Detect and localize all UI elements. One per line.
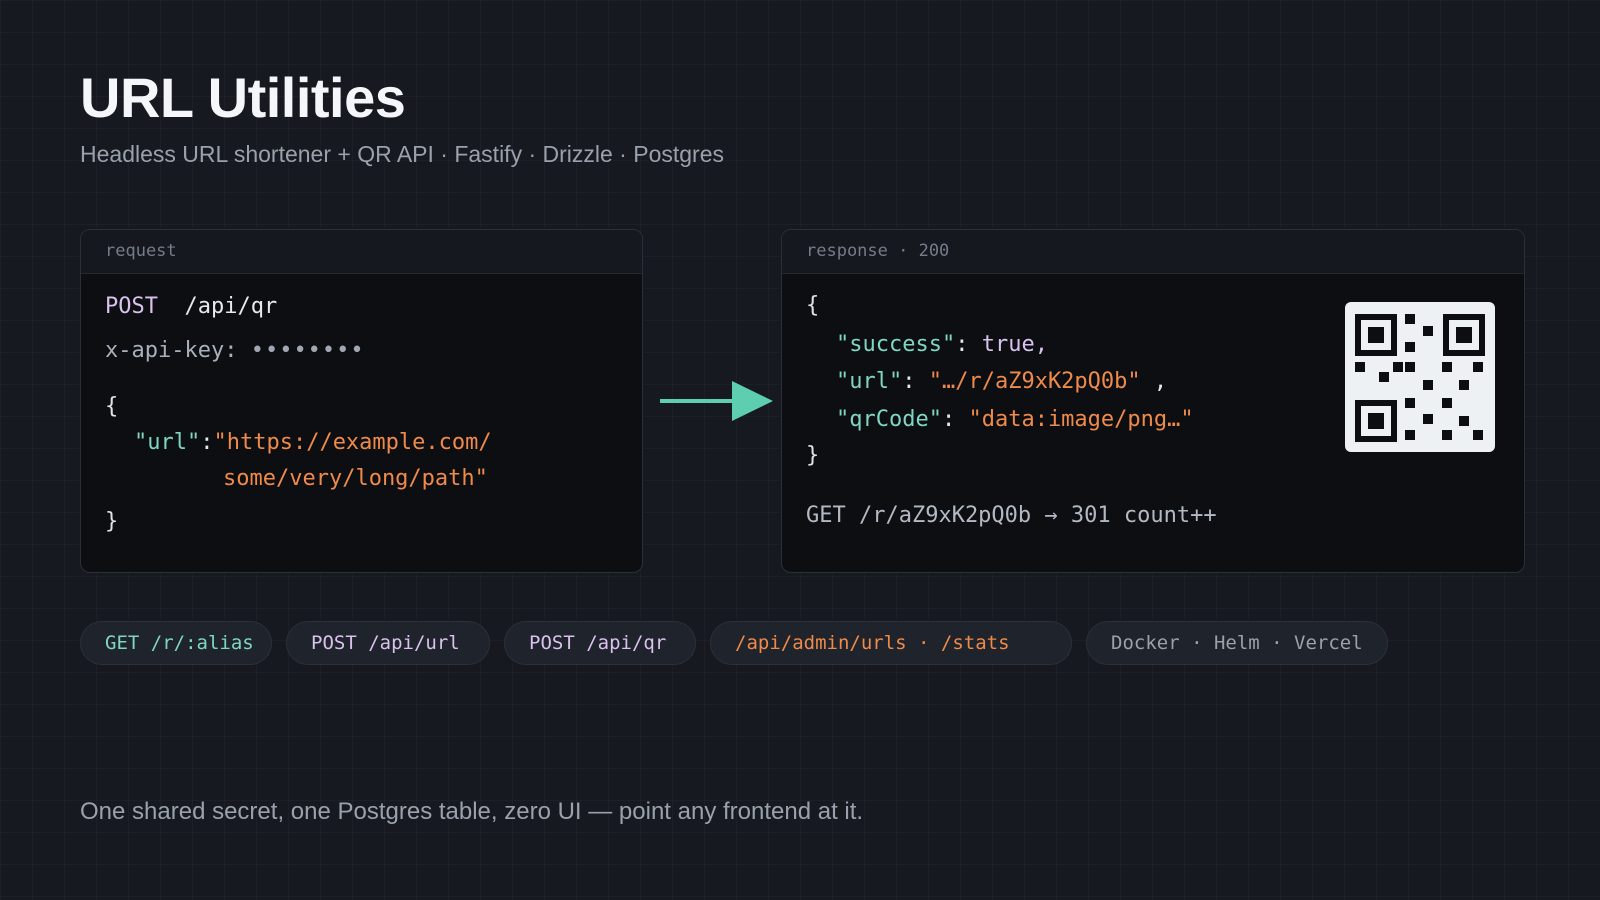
page-title: URL Utilities xyxy=(80,66,406,129)
response-success-line: "success": true, xyxy=(836,332,1048,357)
request-method: POST xyxy=(105,294,158,319)
response-success-value: true, xyxy=(981,332,1048,357)
request-url-value-2: some/very/long/path" xyxy=(223,466,488,491)
request-header-name: x-api-key: xyxy=(105,338,238,363)
response-open-brace: { xyxy=(806,293,820,318)
request-url-colon: : xyxy=(200,430,214,455)
page-subtitle: Headless URL shortener + QR API · Fastif… xyxy=(80,141,724,167)
response-url-line: "url": "…/r/aZ9xK2pQ0b" , xyxy=(836,369,1168,394)
chip-get-redirect: GET /r/:alias xyxy=(80,621,272,665)
response-panel: response · 200 { "success": true, "url":… xyxy=(781,229,1525,573)
chip-post-qr: POST /api/qr xyxy=(504,621,696,665)
response-success-key: "success" xyxy=(836,332,956,357)
response-url-key: "url" xyxy=(836,369,903,394)
qr-code-icon xyxy=(1345,302,1495,452)
response-qrcode-value: "data:image/png…" xyxy=(968,407,1194,432)
chip-deploy-targets: Docker · Helm · Vercel xyxy=(1086,621,1388,665)
request-panel-label: request xyxy=(81,230,642,274)
request-header-line: x-api-key: •••••••• xyxy=(105,340,365,362)
response-panel-label: response · 200 xyxy=(782,230,1524,274)
response-url-value: "…/r/aZ9xK2pQ0b" xyxy=(928,369,1141,394)
request-panel: request POST /api/qr x-api-key: ••••••••… xyxy=(80,229,643,573)
request-path: /api/qr xyxy=(184,294,278,319)
request-open-brace: { xyxy=(105,394,119,419)
endpoint-chips: GET /r/:alias POST /api/url POST /api/qr… xyxy=(80,621,1580,665)
request-header-value: •••••••• xyxy=(250,338,365,363)
request-url-line: "url":"https://example.com/ xyxy=(134,432,492,454)
request-line: POST /api/qr xyxy=(105,296,277,318)
request-close-brace: } xyxy=(105,509,119,534)
arrow-right-icon xyxy=(660,381,773,421)
chip-admin-stats: /api/admin/urls · /stats xyxy=(710,621,1072,665)
request-url-value-1: "https://example.com/ xyxy=(213,430,492,455)
tagline: One shared secret, one Postgres table, z… xyxy=(80,798,864,825)
chip-post-url: POST /api/url xyxy=(286,621,490,665)
response-close-brace: } xyxy=(806,443,820,468)
request-url-key: "url" xyxy=(134,430,201,455)
response-qrcode-line: "qrCode": "data:image/png…" xyxy=(836,407,1194,432)
response-url-comma: , xyxy=(1153,369,1168,394)
redirect-line: GET /r/aZ9xK2pQ0b → 301 count++ xyxy=(806,503,1217,528)
response-qrcode-key: "qrCode" xyxy=(836,407,942,432)
